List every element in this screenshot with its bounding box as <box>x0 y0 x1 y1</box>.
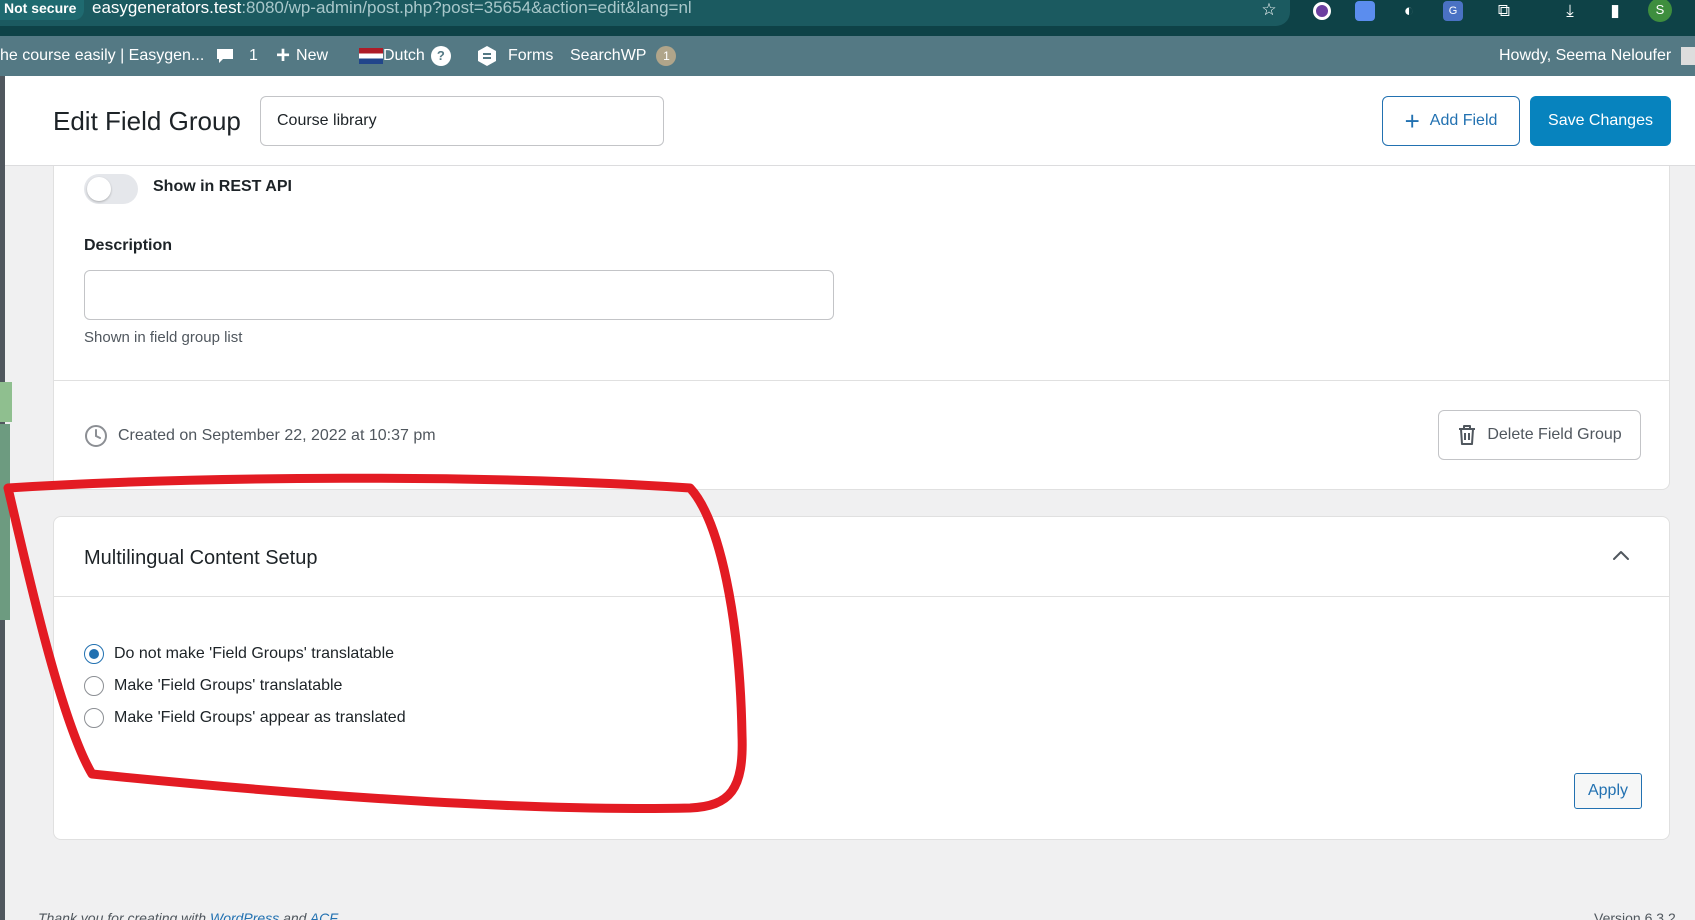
card-divider <box>54 380 1669 381</box>
acf-link[interactable]: ACF <box>310 910 336 920</box>
extensions-puzzle-icon[interactable]: ⧉ <box>1494 1 1514 21</box>
forms-label: Forms <box>508 47 554 64</box>
comment-icon <box>217 49 233 63</box>
howdy-text: Howdy, Seema Neloufer <box>1499 47 1672 64</box>
add-field-button[interactable]: + Add Field <box>1382 96 1520 146</box>
multilingual-setup-card: Multilingual Content Setup Do not make '… <box>53 516 1670 840</box>
dutch-flag-icon <box>359 48 383 64</box>
description-input[interactable] <box>84 270 834 320</box>
side-panel-icon[interactable]: ▮ <box>1605 1 1625 21</box>
sidebar-collapse-handle[interactable] <box>0 382 12 422</box>
site-name-link[interactable]: he course easily | Easygen... <box>0 36 204 76</box>
bookmark-star-icon[interactable]: ☆ <box>1259 0 1279 20</box>
address-bar[interactable]: Not secure easygenerators.test:8080/wp-a… <box>0 0 1290 26</box>
language-label: Dutch <box>383 47 425 64</box>
card-divider <box>54 596 1669 597</box>
created-date-text: Created on September 22, 2022 at 10:37 p… <box>118 427 436 444</box>
add-field-label: Add Field <box>1429 112 1498 129</box>
site-name-label: he course easily | Easygen... <box>0 47 205 64</box>
translation-option-2[interactable]: Make 'Field Groups' translatable <box>84 676 342 696</box>
translate-extension-icon[interactable]: G <box>1443 1 1463 21</box>
new-content-link[interactable]: + New <box>276 36 328 76</box>
footer-middle: and <box>279 910 310 920</box>
field-group-title-input[interactable] <box>260 96 664 146</box>
download-icon[interactable]: ⤓ <box>1560 1 1580 21</box>
description-label: Description <box>84 237 173 254</box>
language-switcher[interactable]: Dutch ? <box>359 36 451 76</box>
clock-icon <box>85 425 107 447</box>
translation-option-1[interactable]: Do not make 'Field Groups' translatable <box>84 644 394 664</box>
radio-button[interactable] <box>84 676 104 696</box>
help-icon: ? <box>430 46 451 66</box>
footer-credit: Thank you for creating with WordPress an… <box>38 910 340 920</box>
user-avatar <box>1681 47 1695 65</box>
wp-admin-bar: he course easily | Easygen... 1 + New Du… <box>0 36 1695 76</box>
multilingual-setup-title: Multilingual Content Setup <box>84 547 318 569</box>
toggle-knob <box>87 177 111 201</box>
forms-icon <box>478 46 496 66</box>
radio-button-checked[interactable] <box>84 644 104 664</box>
comments-count: 1 <box>249 47 258 64</box>
apply-button[interactable]: Apply <box>1574 773 1642 809</box>
version-text: Version 6.3.2 <box>1594 910 1676 920</box>
browser-chrome: Not secure easygenerators.test:8080/wp-a… <box>0 0 1695 36</box>
description-hint: Shown in field group list <box>84 329 243 346</box>
delete-field-group-button[interactable]: Delete Field Group <box>1438 410 1641 460</box>
option-label: Do not make 'Field Groups' translatable <box>114 645 395 662</box>
editor-header: Edit Field Group + Add Field Save Change… <box>5 76 1695 166</box>
option-label: Make 'Field Groups' translatable <box>114 677 343 694</box>
rest-api-label: Show in REST API <box>153 178 292 195</box>
new-label: New <box>296 47 329 64</box>
plus-icon: + <box>276 42 291 69</box>
plus-icon: + <box>1404 106 1420 136</box>
comments-link[interactable]: 1 <box>215 36 258 76</box>
my-account-link[interactable]: Howdy, Seema Neloufer <box>1499 36 1695 76</box>
option-label: Make 'Field Groups' appear as translated <box>114 709 406 726</box>
footer-suffix: . <box>336 910 340 920</box>
security-indicator[interactable]: Not secure <box>0 0 85 20</box>
radio-button[interactable] <box>84 708 104 728</box>
searchwp-count-badge: 1 <box>656 46 677 66</box>
translation-option-3[interactable]: Make 'Field Groups' appear as translated <box>84 708 406 728</box>
sidebar-edge-accent <box>0 424 10 620</box>
wordpress-link[interactable]: WordPress <box>210 910 279 920</box>
searchwp-label: SearchWP <box>570 47 647 64</box>
url-path: :8080/wp-admin/post.php?post=35654&actio… <box>241 0 692 17</box>
profile-avatar[interactable]: S <box>1648 0 1672 22</box>
group-settings-card: Show in REST API Description Shown in fi… <box>53 166 1670 490</box>
delete-label: Delete Field Group <box>1487 426 1622 443</box>
rest-api-toggle[interactable] <box>84 174 138 204</box>
chevron-up-icon[interactable] <box>1606 541 1636 571</box>
forms-link[interactable]: Forms <box>476 36 553 76</box>
page-title: Edit Field Group <box>53 106 241 136</box>
save-changes-button[interactable]: Save Changes <box>1530 96 1671 146</box>
extension-icon-3[interactable]: ◐ <box>1399 1 1419 21</box>
extension-icon-1[interactable] <box>1313 2 1331 20</box>
extension-icon-2[interactable] <box>1355 1 1375 21</box>
footer-prefix: Thank you for creating with <box>38 910 210 920</box>
url-text[interactable]: easygenerators.test:8080/wp-admin/post.p… <box>92 0 692 18</box>
url-host: easygenerators.test <box>92 0 242 17</box>
trash-icon <box>1459 425 1476 445</box>
searchwp-link[interactable]: SearchWP 1 <box>570 36 677 76</box>
